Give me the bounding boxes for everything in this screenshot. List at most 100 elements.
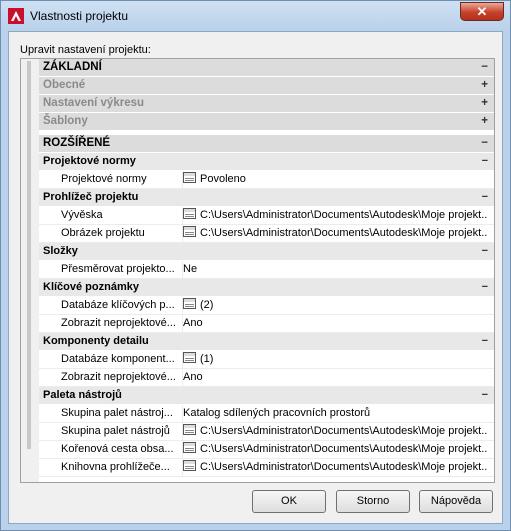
property-name: Knihovna prohlížeče...: [61, 461, 170, 473]
expand-icon[interactable]: +: [481, 113, 488, 130]
expand-icon[interactable]: +: [481, 77, 488, 94]
property-value[interactable]: C:\Users\Administrator\Documents\Autodes…: [182, 423, 487, 440]
property-grid[interactable]: ZÁKLADNÍ − Obecné + Nastavení výkresu + Šablon…: [20, 58, 495, 483]
table-icon: [183, 208, 196, 219]
property-value[interactable]: C:\Users\Administrator\Documents\Autodes…: [182, 441, 487, 458]
property-value[interactable]: C:\Users\Administrator\Documents\Autodes…: [182, 207, 487, 224]
property-name: Kořenová cesta obsa...: [61, 443, 174, 455]
property-value-text: Ne: [183, 263, 198, 275]
property-name: Skupina palet nástrojů: [61, 425, 170, 437]
cancel-button[interactable]: Storno: [336, 490, 410, 513]
expand-icon[interactable]: +: [481, 95, 488, 112]
vertical-scroll-thumb[interactable]: [27, 61, 31, 449]
category-row[interactable]: ROZŠÍŘENÉ −: [39, 135, 494, 153]
property-value-text: Katalog sdílených pracovních prostorů: [183, 407, 371, 419]
collapse-icon[interactable]: −: [482, 189, 488, 206]
subcategory-row[interactable]: Složky −: [39, 243, 494, 261]
category-row[interactable]: Nastavení výkresu +: [39, 95, 494, 113]
table-icon: [183, 352, 196, 363]
ok-button[interactable]: OK: [252, 490, 326, 513]
collapse-icon[interactable]: −: [482, 243, 488, 260]
subcategory-label: Složky: [43, 245, 78, 257]
property-name: Databáze komponent...: [61, 353, 175, 365]
category-label: ROZŠÍŘENÉ: [43, 137, 111, 149]
property-value[interactable]: C:\Users\Administrator\Documents\Autodes…: [182, 459, 487, 476]
property-row[interactable]: Vývěska C:\Users\Administrator\Documents\…: [39, 207, 494, 225]
project-properties-dialog: Vlastnosti projektu ✕ Upravit nastavení …: [0, 0, 511, 531]
dialog-client-area: Upravit nastavení projektu: ZÁKLADNÍ − Obe…: [8, 31, 503, 524]
property-row[interactable]: Přesměrovat projekto... Ne: [39, 261, 494, 279]
subcategory-row[interactable]: Projektové normy −: [39, 153, 494, 171]
category-row[interactable]: Obecné +: [39, 77, 494, 95]
property-name: Skupina palet nástroj...: [61, 407, 173, 419]
table-icon: [183, 172, 196, 183]
property-value-text: C:\Users\Administrator\Documents\Autodes…: [200, 209, 487, 221]
property-row[interactable]: Skupina palet nástroj... Katalog sdílenýc…: [39, 405, 494, 423]
property-value[interactable]: (1): [182, 351, 487, 368]
close-icon: ✕: [476, 4, 488, 19]
property-value-text: C:\Users\Administrator\Documents\Autodes…: [200, 461, 487, 473]
collapse-icon[interactable]: −: [482, 279, 488, 296]
table-icon: [183, 424, 196, 435]
collapse-icon[interactable]: −: [481, 135, 488, 152]
subcategory-row[interactable]: Klíčové poznámky −: [39, 279, 494, 297]
property-value-text: C:\Users\Administrator\Documents\Autodes…: [200, 443, 487, 455]
property-value-text: Povoleno: [200, 173, 246, 185]
property-row[interactable]: Zobrazit neprojektové... Ano: [39, 315, 494, 333]
property-row[interactable]: Obrázek projektu C:\Users\Administrator\D…: [39, 225, 494, 243]
property-value-text: C:\Users\Administrator\Documents\Autodes…: [200, 227, 487, 239]
property-row[interactable]: Databáze komponent... (1): [39, 351, 494, 369]
property-row[interactable]: Knihovna prohlížeče... C:\Users\Administr…: [39, 459, 494, 477]
category-label: Šablony: [43, 115, 88, 127]
property-row[interactable]: Kořenová cesta obsa... C:\Users\Administr…: [39, 441, 494, 459]
property-value-text: Ano: [183, 317, 203, 329]
subcategory-label: Prohlížeč projektu: [43, 191, 139, 203]
property-value-text: C:\Users\Administrator\Documents\Autodes…: [200, 425, 487, 437]
prompt-label: Upravit nastavení projektu:: [20, 44, 151, 56]
close-button[interactable]: ✕: [460, 2, 504, 21]
category-row[interactable]: Šablony +: [39, 113, 494, 131]
subcategory-row[interactable]: Komponenty detailu −: [39, 333, 494, 351]
subcategory-label: Komponenty detailu: [43, 335, 149, 347]
property-value-text: Ano: [183, 371, 203, 383]
property-row[interactable]: Zobrazit neprojektové... Ano: [39, 369, 494, 387]
autocad-architecture-icon: [8, 8, 24, 24]
property-grid-margin: [21, 59, 39, 482]
property-rows: ZÁKLADNÍ − Obecné + Nastavení výkresu + Šablon…: [39, 59, 494, 477]
table-icon: [183, 226, 196, 237]
subcategory-label: Klíčové poznámky: [43, 281, 139, 293]
property-name: Projektové normy: [61, 173, 147, 185]
category-label: Nastavení výkresu: [43, 97, 145, 109]
subcategory-row[interactable]: Paleta nástrojů −: [39, 387, 494, 405]
collapse-icon[interactable]: −: [482, 387, 488, 404]
property-value[interactable]: C:\Users\Administrator\Documents\Autodes…: [182, 225, 487, 242]
help-button[interactable]: Nápověda: [419, 490, 493, 513]
collapse-icon[interactable]: −: [481, 59, 488, 76]
subcategory-label: Paleta nástrojů: [43, 389, 122, 401]
title-bar[interactable]: Vlastnosti projektu ✕: [1, 1, 510, 31]
property-value[interactable]: Ne: [182, 261, 487, 278]
collapse-icon[interactable]: −: [482, 333, 488, 350]
subcategory-row[interactable]: Prohlížeč projektu −: [39, 189, 494, 207]
property-name: Obrázek projektu: [61, 227, 145, 239]
property-row[interactable]: Skupina palet nástrojů C:\Users\Administr…: [39, 423, 494, 441]
property-row[interactable]: Projektové normy Povoleno: [39, 171, 494, 189]
table-icon: [183, 442, 196, 453]
property-value-text: (2): [200, 299, 214, 311]
property-name: Přesměrovat projekto...: [61, 263, 175, 275]
property-value[interactable]: Povoleno: [182, 171, 487, 188]
collapse-icon[interactable]: −: [482, 153, 488, 170]
property-value[interactable]: Katalog sdílených pracovních prostorů: [182, 405, 487, 422]
window-title: Vlastnosti projektu: [30, 9, 129, 23]
property-value-text: (1): [200, 353, 214, 365]
property-row[interactable]: Databáze klíčových p... (2): [39, 297, 494, 315]
property-name: Zobrazit neprojektové...: [61, 317, 176, 329]
category-label: Obecné: [43, 79, 86, 91]
property-value[interactable]: Ano: [182, 369, 487, 386]
category-label: ZÁKLADNÍ: [43, 61, 102, 73]
property-name: Zobrazit neprojektové...: [61, 371, 176, 383]
property-value[interactable]: (2): [182, 297, 487, 314]
property-value[interactable]: Ano: [182, 315, 487, 332]
property-name: Vývěska: [61, 209, 103, 221]
category-row[interactable]: ZÁKLADNÍ −: [39, 59, 494, 77]
